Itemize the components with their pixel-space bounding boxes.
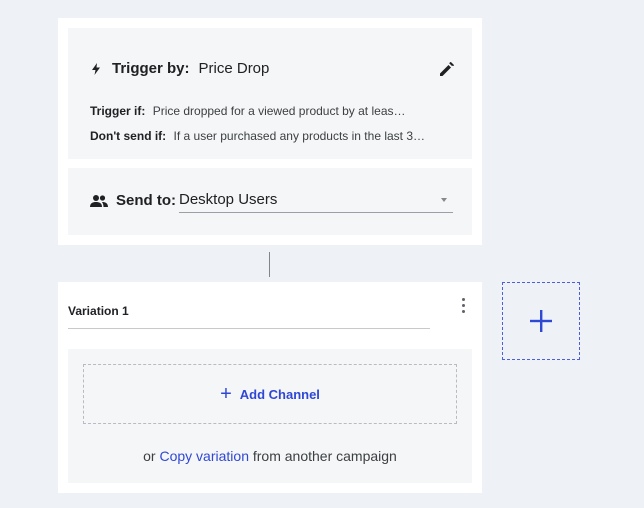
trigger-title: Trigger by: Price Drop xyxy=(90,60,269,77)
pencil-icon[interactable] xyxy=(438,60,456,78)
copy-variation-link[interactable]: Copy variation xyxy=(159,448,249,464)
dont-send-label: Don't send if: xyxy=(90,129,167,143)
trigger-card: Trigger by: Price Drop Trigger if: Price… xyxy=(58,18,482,245)
flow-connector xyxy=(269,252,270,277)
plus-icon xyxy=(530,310,552,332)
copy-variation-line: or Copy variation from another campaign xyxy=(68,448,472,464)
add-variation-button[interactable] xyxy=(502,282,580,360)
variation-card: Variation 1 + Add Channel or Copy variat… xyxy=(58,282,482,493)
plus-icon: + xyxy=(220,383,232,405)
bolt-icon xyxy=(92,62,100,75)
trigger-label: Trigger by: xyxy=(112,60,190,77)
copy-prefix: or xyxy=(143,448,156,464)
trigger-if-text: Price dropped for a viewed product by at… xyxy=(152,104,406,118)
caret-down-icon xyxy=(441,198,447,202)
variation-name-field[interactable]: Variation 1 xyxy=(68,304,430,329)
kebab-icon[interactable] xyxy=(458,298,468,318)
add-channel-label: Add Channel xyxy=(239,386,320,402)
copy-suffix: from another campaign xyxy=(252,448,397,464)
add-channel-button[interactable]: + Add Channel xyxy=(83,364,457,424)
dont-send-text: If a user purchased any products in the … xyxy=(173,129,426,143)
dont-send-row: Don't send if: If a user purchased any p… xyxy=(90,129,450,143)
trigger-value: Price Drop xyxy=(198,60,270,77)
send-to-select[interactable]: Desktop Users xyxy=(179,188,453,213)
channel-panel: + Add Channel or Copy variation from ano… xyxy=(68,349,472,483)
trigger-panel: Trigger by: Price Drop Trigger if: Price… xyxy=(68,28,472,159)
send-to-panel: Send to: Desktop Users xyxy=(68,168,472,235)
send-to-label: Send to: xyxy=(116,192,176,209)
send-to-label-group: Send to: xyxy=(90,192,186,209)
trigger-if-label: Trigger if: xyxy=(90,104,146,118)
send-to-value: Desktop Users xyxy=(179,191,278,208)
trigger-if-row: Trigger if: Price dropped for a viewed p… xyxy=(90,104,450,118)
people-icon xyxy=(90,194,108,207)
